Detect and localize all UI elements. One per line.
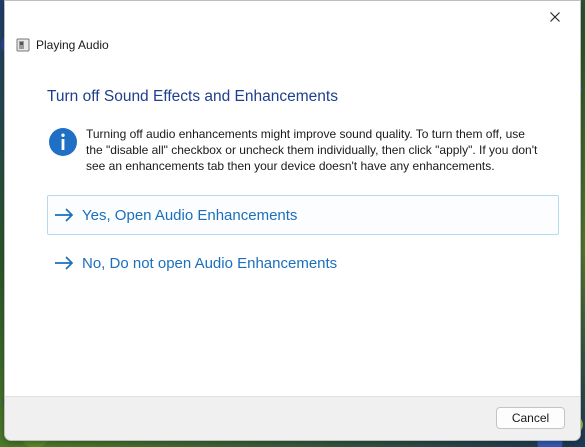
speaker-troubleshooter-icon [16, 38, 30, 52]
arrow-right-icon [55, 256, 74, 270]
content-area: Turning off audio enhancements might imp… [48, 126, 538, 174]
info-icon [49, 128, 77, 156]
main-instruction: Turn off Sound Effects and Enhancements [47, 88, 338, 105]
arrow-right-icon [55, 208, 74, 222]
cancel-button[interactable]: Cancel [496, 407, 565, 429]
command-link-label: Yes, Open Audio Enhancements [82, 206, 298, 224]
yes-open-enhancements-link[interactable]: Yes, Open Audio Enhancements [47, 195, 559, 235]
command-link-label: No, Do not open Audio Enhancements [82, 254, 338, 272]
dialog-footer: Cancel [5, 396, 580, 440]
window-title: Playing Audio [36, 38, 109, 52]
content-text: Turning off audio enhancements might imp… [86, 127, 538, 173]
title-bar: Playing Audio [16, 38, 109, 52]
close-button[interactable] [540, 5, 570, 29]
task-dialog: Playing Audio Turn off Sound Effects and… [4, 0, 581, 441]
no-do-not-open-link[interactable]: No, Do not open Audio Enhancements [47, 243, 559, 283]
close-icon [550, 12, 560, 22]
